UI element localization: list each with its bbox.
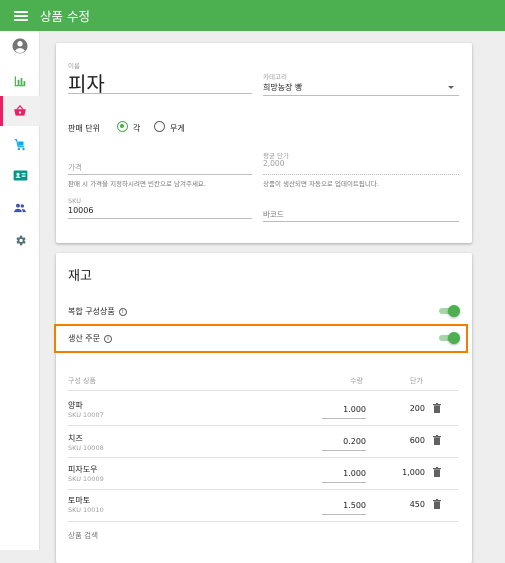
price-hint: 판매 시 가격을 지정하시려면 빈칸으로 남겨주세요. bbox=[68, 180, 206, 188]
divider bbox=[68, 425, 458, 426]
quantity-input[interactable]: 1.000 bbox=[322, 405, 366, 414]
account-icon[interactable] bbox=[0, 31, 40, 61]
item-name: 피자도우 bbox=[68, 465, 98, 474]
info-icon[interactable]: i bbox=[103, 335, 112, 343]
menu-icon[interactable] bbox=[14, 10, 28, 21]
production-label: 생산 주문 bbox=[68, 334, 100, 343]
trash-icon[interactable] bbox=[433, 403, 441, 413]
quantity-underline bbox=[322, 482, 366, 483]
quantity-input[interactable]: 1.500 bbox=[322, 501, 366, 510]
category-select[interactable]: 희망농장 빵 bbox=[263, 82, 302, 93]
divider bbox=[68, 521, 458, 522]
sku-input[interactable]: 10006 bbox=[68, 206, 93, 215]
barcode-input[interactable]: 바코드 bbox=[263, 209, 284, 220]
composite-toggle[interactable] bbox=[439, 305, 460, 317]
item-cost: 600 bbox=[409, 436, 425, 445]
people-icon[interactable] bbox=[0, 193, 40, 223]
item-name: 치즈 bbox=[68, 434, 83, 443]
inventory-title: 재고 bbox=[68, 269, 92, 284]
id-card-icon[interactable] bbox=[0, 160, 40, 190]
unit-each-radio[interactable] bbox=[117, 121, 128, 132]
composite-row: 복합 구성상품 i bbox=[68, 306, 127, 317]
item-cost: 450 bbox=[409, 500, 425, 509]
sidebar bbox=[0, 31, 40, 550]
unit-weight-label: 무게 bbox=[170, 124, 185, 133]
item-cost: 1,000 bbox=[402, 468, 425, 477]
price-underline bbox=[68, 174, 252, 175]
price-input[interactable]: 가격 bbox=[68, 162, 82, 173]
col-header-item: 구성 상품 bbox=[68, 377, 96, 385]
category-underline bbox=[263, 95, 459, 96]
sales-basket-icon[interactable] bbox=[0, 96, 40, 126]
quantity-underline bbox=[322, 514, 366, 515]
name-underline bbox=[68, 93, 252, 94]
category-label: 카테고리 bbox=[263, 73, 287, 81]
item-sku: SKU 10010 bbox=[68, 506, 104, 514]
reports-icon[interactable] bbox=[0, 66, 40, 96]
sku-label: SKU bbox=[68, 197, 81, 205]
chevron-down-icon[interactable] bbox=[448, 86, 454, 89]
col-header-cost: 단가 bbox=[410, 377, 423, 385]
quantity-input[interactable]: 1.000 bbox=[322, 469, 366, 478]
unit-weight-radio[interactable] bbox=[154, 121, 165, 132]
page-title: 상품 수정 bbox=[40, 9, 90, 24]
production-highlight-box bbox=[54, 324, 468, 353]
divider bbox=[68, 489, 458, 490]
production-toggle[interactable] bbox=[439, 332, 460, 344]
delivery-cart-icon[interactable] bbox=[0, 130, 40, 160]
item-sku: SKU 10007 bbox=[68, 411, 104, 419]
item-name: 토마토 bbox=[68, 496, 91, 505]
item-name: 양파 bbox=[68, 401, 83, 410]
quantity-underline bbox=[322, 450, 366, 451]
unit-each-label: 각 bbox=[133, 124, 141, 133]
barcode-underline bbox=[263, 221, 459, 222]
product-search-input[interactable]: 상품 검색 bbox=[68, 530, 98, 541]
item-sku: SKU 10008 bbox=[68, 444, 104, 452]
avg-cost-underline bbox=[263, 174, 459, 175]
avg-cost-hint: 상품이 생산되면 자동으로 업데이트됩니다. bbox=[263, 180, 379, 188]
app-bar: 상품 수정 bbox=[0, 0, 505, 31]
composite-label: 복합 구성상품 bbox=[68, 307, 115, 316]
production-row: 생산 주문 i bbox=[68, 333, 112, 344]
unit-label: 판매 단위 bbox=[68, 124, 100, 133]
col-header-qty: 수량 bbox=[350, 377, 363, 385]
sku-underline bbox=[68, 218, 252, 219]
trash-icon[interactable] bbox=[433, 467, 441, 477]
info-icon[interactable]: i bbox=[118, 308, 127, 316]
quantity-underline bbox=[322, 418, 366, 419]
avg-cost-value: 2,000 bbox=[263, 159, 285, 168]
trash-icon[interactable] bbox=[433, 499, 441, 509]
trash-icon[interactable] bbox=[433, 435, 441, 445]
settings-gear-icon[interactable] bbox=[0, 225, 40, 255]
divider bbox=[68, 390, 458, 391]
item-sku: SKU 10009 bbox=[68, 475, 104, 483]
divider bbox=[68, 457, 458, 458]
quantity-input[interactable]: 0.200 bbox=[322, 437, 366, 446]
item-cost: 200 bbox=[409, 404, 425, 413]
